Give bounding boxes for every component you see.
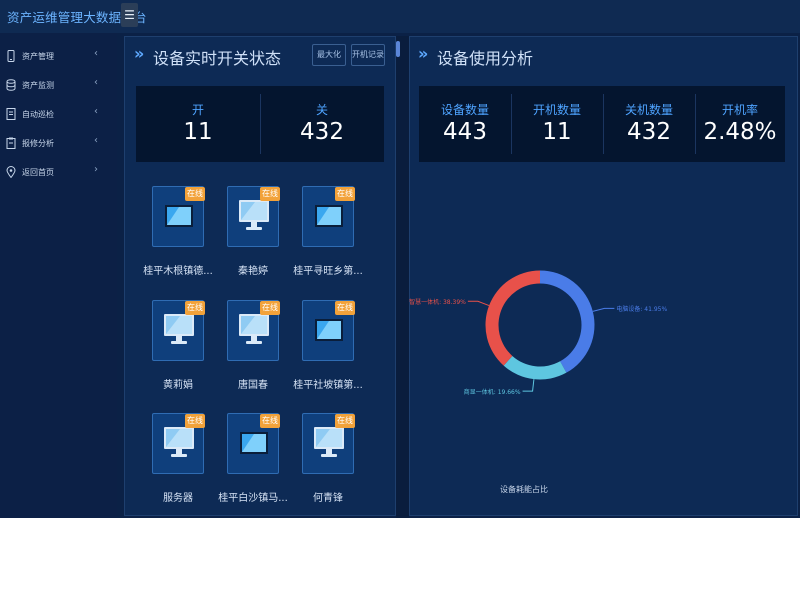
donut-slice-smart[interactable] [485, 270, 540, 366]
donut-slice-computer[interactable] [540, 270, 595, 373]
donut-slice-display[interactable] [503, 355, 567, 380]
pie-label: 商显一体机: 19.66% [463, 389, 521, 397]
energy-donut-chart [467, 270, 615, 392]
chart-title: 设备耗能占比 [500, 485, 548, 494]
leader-line [522, 379, 535, 392]
pie-label: 电脑设备: 41.95% [616, 306, 668, 314]
pie-label: 智慧一体机: 38.39% [409, 299, 466, 307]
leader-line [467, 300, 490, 307]
app-window: 资产运维管理大数据平台 ☰ 资产管理 ‹ 资产监测 ‹ 自动巡检 ‹ 报修分析 … [0, 0, 800, 518]
leader-line [592, 307, 615, 312]
